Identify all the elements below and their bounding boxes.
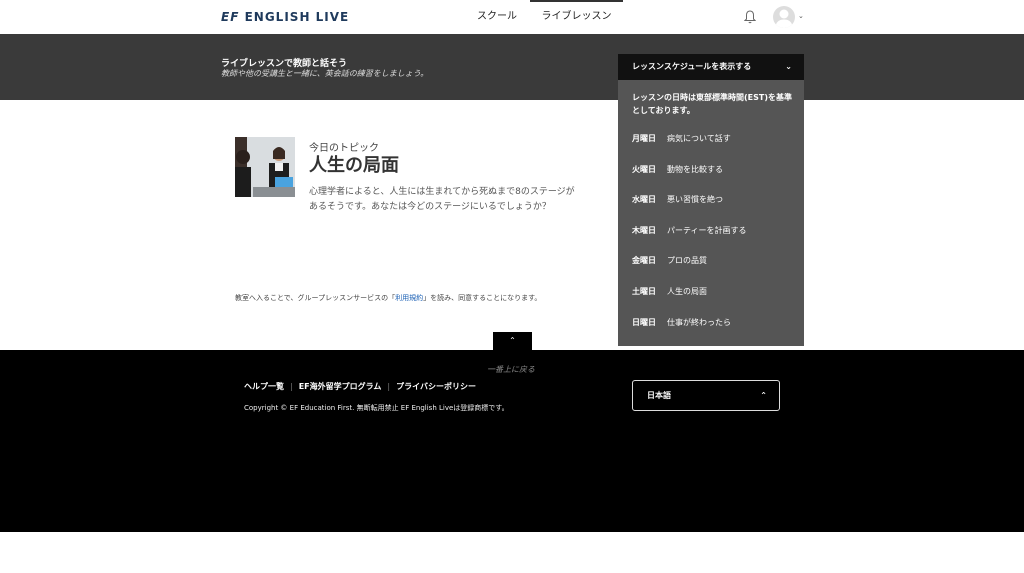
schedule-topic: 病気について話す — [667, 134, 731, 143]
schedule-day: 木曜日 — [632, 226, 656, 235]
language-selector-value: 日本語 — [647, 391, 671, 400]
hero-banner: ライブレッスンで教師と話そう 教師や他の受講生と一緒に、英会話の練習をしましょう… — [0, 34, 1024, 100]
schedule-item-monday[interactable]: 月曜日 病気について話す — [632, 132, 731, 146]
back-to-top-button[interactable]: ⌃ — [493, 332, 532, 350]
user-silhouette-icon — [775, 9, 793, 28]
page: EF ENGLISH LIVE スクール ライブレッスン ⌄ ライブレッスンで教… — [0, 0, 1024, 573]
schedule-topic: 人生の局面 — [667, 287, 707, 296]
terms-of-use-link[interactable]: 利用規約 — [395, 294, 423, 302]
back-to-top-label[interactable]: 一番上に戻る — [487, 364, 535, 375]
chevron-up-icon: ⌃ — [760, 391, 767, 400]
schedule-item-friday[interactable]: 金曜日 プロの品質 — [632, 254, 707, 268]
schedule-item-tuesday[interactable]: 火曜日 動物を比較する — [632, 163, 723, 177]
footer-link-study-abroad[interactable]: EF海外留学プログラム — [299, 382, 382, 391]
schedule-day: 金曜日 — [632, 256, 656, 265]
schedule-timezone-note: レッスンの日時は東部標準時間(EST)を基準としております。 — [632, 93, 792, 115]
schedule-topic: パーティーを計画する — [667, 226, 747, 235]
schedule-dropdown-label: レッスンスケジュールを表示する — [632, 62, 752, 71]
ef-english-live-logo[interactable]: EF ENGLISH LIVE — [221, 10, 349, 24]
language-selector[interactable]: 日本語 ⌃ — [632, 380, 780, 411]
footer-links: ヘルプ一覧 | EF海外留学プログラム | プライバシーポリシー — [244, 381, 476, 392]
schedule-item-sunday[interactable]: 日曜日 仕事が終わったら — [632, 316, 731, 330]
terms-text-after: 」を読み、同意することになります。 — [423, 294, 542, 302]
interview-photo-illustration — [235, 137, 295, 197]
terms-text-before: 教室へ入ることで、グループレッスンサービスの「 — [235, 294, 396, 302]
topic-image — [235, 137, 295, 197]
tab-school[interactable]: スクール — [477, 0, 517, 34]
user-avatar[interactable] — [773, 6, 795, 28]
schedule-day: 土曜日 — [632, 287, 656, 296]
banner-subtitle: 教師や他の受講生と一緒に、英会話の練習をしましょう。 — [221, 69, 429, 78]
footer-link-help[interactable]: ヘルプ一覧 — [244, 382, 284, 391]
schedule-dropdown-toggle[interactable]: レッスンスケジュールを表示する ⌄ — [618, 54, 804, 80]
terms-notice: 教室へ入ることで、グループレッスンサービスの「利用規約」を読み、同意することにな… — [235, 293, 541, 303]
bell-icon[interactable] — [744, 10, 756, 24]
top-nav: EF ENGLISH LIVE スクール ライブレッスン ⌄ — [0, 0, 1024, 34]
logo-text: ENGLISH LIVE — [244, 10, 350, 24]
chevron-down-icon: ⌄ — [785, 62, 792, 71]
schedule-dropdown-panel: レッスンの日時は東部標準時間(EST)を基準としております。 月曜日 病気について… — [618, 80, 804, 346]
schedule-item-wednesday[interactable]: 水曜日 悪い習慣を絶つ — [632, 193, 723, 207]
schedule-topic: 仕事が終わったら — [667, 318, 731, 327]
footer-link-separator: | — [387, 382, 391, 391]
main-content: 今日のトピック 人生の局面 心理学者によると、人生には生まれてから死ぬまで8のス… — [0, 100, 1024, 350]
copyright-text: Copyright © EF Education First. 無断転用禁止 E… — [244, 404, 509, 412]
footer-link-privacy[interactable]: プライバシーポリシー — [396, 382, 476, 391]
schedule-item-thursday[interactable]: 木曜日 パーティーを計画する — [632, 224, 747, 238]
schedule-item-saturday[interactable]: 土曜日 人生の局面 — [632, 285, 707, 299]
schedule-day: 日曜日 — [632, 318, 656, 327]
schedule-topic: 動物を比較する — [667, 165, 723, 174]
chevron-up-icon: ⌃ — [509, 336, 516, 345]
schedule-day: 水曜日 — [632, 195, 656, 204]
schedule-topic: 悪い習慣を絶つ — [667, 195, 723, 204]
topic-title: 人生の局面 — [309, 155, 399, 176]
schedule-day: 月曜日 — [632, 134, 656, 143]
footer: ヘルプ一覧 | EF海外留学プログラム | プライバシーポリシー Copyright ©… — [0, 350, 1024, 532]
footer-link-separator: | — [290, 382, 293, 391]
logo-ef: EF — [221, 10, 240, 24]
tab-live-lessons[interactable]: ライブレッスン — [530, 0, 623, 34]
topic-description: 心理学者によると、人生には生まれてから死ぬまで8のステージがあるそうです。あなた… — [309, 187, 575, 212]
schedule-topic: プロの品質 — [667, 256, 707, 265]
chevron-down-icon[interactable]: ⌄ — [798, 12, 804, 20]
schedule-day: 火曜日 — [632, 165, 656, 174]
